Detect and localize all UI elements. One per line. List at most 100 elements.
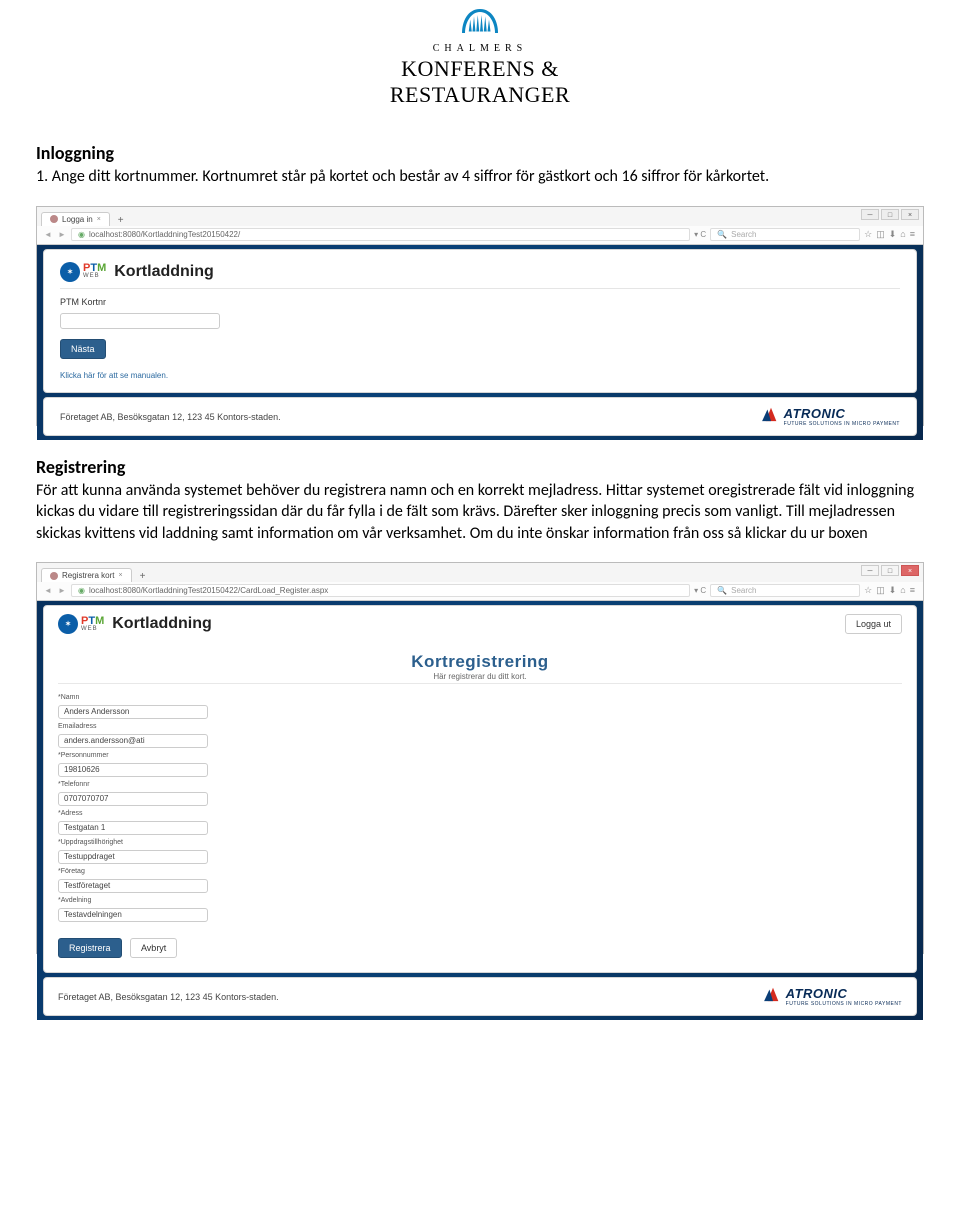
atronic-tagline: FUTURE SOLUTIONS IN MICRO PAYMENT [784,421,900,427]
home-icon[interactable]: ⌂ [900,229,905,240]
window-controls: ─ □ × [861,209,919,220]
dropdown-icon[interactable]: ▾ C [694,230,706,239]
field-input[interactable] [58,908,208,922]
register-subtitle: Här registrerar du ditt kort. [58,672,902,681]
field-input[interactable] [58,734,208,748]
field-label: *Namn [58,694,902,701]
new-tab-button[interactable]: + [114,215,128,226]
window-maximize-icon[interactable]: □ [881,209,899,220]
search-bar[interactable]: 🔍 Search [710,584,860,597]
tab-title: Registrera kort [62,571,114,580]
globe-icon: ◉ [78,230,85,239]
nav-forward-icon[interactable]: ► [57,586,67,595]
self-icon[interactable]: ◫ [876,585,885,596]
logo-line3: RESTAURANGER [36,82,924,108]
footer-panel: Företaget AB, Besöksgatan 12, 123 45 Kon… [43,397,917,436]
field-label: *Adress [58,810,902,817]
download-icon[interactable]: ⬇ [889,585,897,596]
chalmers-logo-block: CHALMERS KONFERENS & RESTAURANGER [36,0,924,142]
section1-body: 1. Ange ditt kortnummer. Kortnumret står… [36,166,924,188]
section2-title: Registrering [36,456,924,478]
favicon-icon [50,572,58,580]
register-form-panel: Kortregistrering Här registrerar du ditt… [43,642,917,973]
new-tab-button[interactable]: + [136,571,150,582]
section1-title: Inloggning [36,142,924,164]
field-input[interactable] [58,763,208,777]
window-controls: ─ □ × [861,565,919,576]
nav-back-icon[interactable]: ◄ [43,586,53,595]
globe-icon: ◉ [78,586,85,595]
ptm-web-logo: ✶ PTM WEB [60,262,106,282]
next-button[interactable]: Nästa [60,339,106,359]
logo-line1: CHALMERS [36,43,924,54]
footer-panel: Företaget AB, Besöksgatan 12, 123 45 Kon… [43,977,917,1016]
section2-body: För att kunna använda systemet behöver d… [36,480,924,545]
search-placeholder: Search [731,586,756,595]
address-bar[interactable]: ◉ localhost:8080/KortladdningTest2015042… [71,228,690,241]
address-bar[interactable]: ◉ localhost:8080/KortladdningTest2015042… [71,584,690,597]
cancel-button[interactable]: Avbryt [130,938,177,958]
card-number-input[interactable] [60,313,220,329]
logout-button[interactable]: Logga ut [845,614,902,634]
field-label: Emailadress [58,723,902,730]
tab-title: Logga in [62,215,93,224]
field-label: *Telefonnr [58,781,902,788]
dropdown-icon[interactable]: ▾ C [694,586,706,595]
window-maximize-icon[interactable]: □ [881,565,899,576]
screenshot-login: ─ □ × Logga in × + ◄ ► ◉ localhost:8080/… [36,206,924,426]
atronic-logo: ATRONIC FUTURE SOLUTIONS IN MICRO PAYMEN… [764,986,902,1007]
nav-forward-icon[interactable]: ► [57,230,67,239]
atronic-tagline: FUTURE SOLUTIONS IN MICRO PAYMENT [786,1001,902,1007]
atronic-brand: ATRONIC [784,406,900,421]
crown-icon [457,6,503,41]
url-text: localhost:8080/KortladdningTest20150422/ [89,230,240,239]
field-label: *Uppdragstillhörighet [58,839,902,846]
browser-tab[interactable]: Registrera kort × [41,568,132,582]
url-text: localhost:8080/KortladdningTest20150422/… [89,586,328,595]
bookmark-star-icon[interactable]: ☆ [864,229,872,240]
atronic-mark-icon [762,406,780,427]
window-minimize-icon[interactable]: ─ [861,209,879,220]
download-icon[interactable]: ⬇ [889,229,897,240]
footer-address: Företaget AB, Besöksgatan 12, 123 45 Kon… [60,412,281,422]
tab-close-icon[interactable]: × [118,572,122,579]
window-close-icon[interactable]: × [901,565,919,576]
ptm-web-logo: ✶ PTM WEB [58,614,104,634]
field-input[interactable] [58,705,208,719]
self-icon[interactable]: ◫ [876,229,885,240]
field-input[interactable] [58,821,208,835]
search-placeholder: Search [731,230,756,239]
home-icon[interactable]: ⌂ [900,585,905,596]
panel-title: Kortladdning [112,615,212,633]
field-input[interactable] [58,850,208,864]
bookmark-star-icon[interactable]: ☆ [864,585,872,596]
manual-link[interactable]: Klicka här för att se manualen. [60,371,900,380]
browser-tab[interactable]: Logga in × [41,212,110,226]
search-icon: 🔍 [717,230,727,239]
favicon-icon [50,215,58,223]
window-close-icon[interactable]: × [901,209,919,220]
field-input[interactable] [58,792,208,806]
screenshot-register: ─ □ × Registrera kort × + ◄ ► ◉ localhos… [36,562,924,954]
panel-title: Kortladdning [114,263,214,281]
ptm-badge-icon: ✶ [60,262,80,282]
window-minimize-icon[interactable]: ─ [861,565,879,576]
logo-line2: KONFERENS & [36,56,924,82]
menu-icon[interactable]: ≡ [910,229,915,240]
field-input[interactable] [58,879,208,893]
tab-close-icon[interactable]: × [97,216,101,223]
login-panel: ✶ PTM WEB Kortladdning PTM Kortnr Nästa … [43,249,917,394]
register-title: Kortregistrering [58,652,902,672]
field-label: *Företag [58,868,902,875]
nav-back-icon[interactable]: ◄ [43,230,53,239]
field-label: *Avdelning [58,897,902,904]
footer-address: Företaget AB, Besöksgatan 12, 123 45 Kon… [58,992,279,1002]
atronic-brand: ATRONIC [786,986,902,1001]
ptm-badge-icon: ✶ [58,614,78,634]
menu-icon[interactable]: ≡ [910,585,915,596]
search-bar[interactable]: 🔍 Search [710,228,860,241]
register-button[interactable]: Registrera [58,938,122,958]
atronic-mark-icon [764,986,782,1007]
card-number-label: PTM Kortnr [60,297,900,307]
field-label: *Personnummer [58,752,902,759]
